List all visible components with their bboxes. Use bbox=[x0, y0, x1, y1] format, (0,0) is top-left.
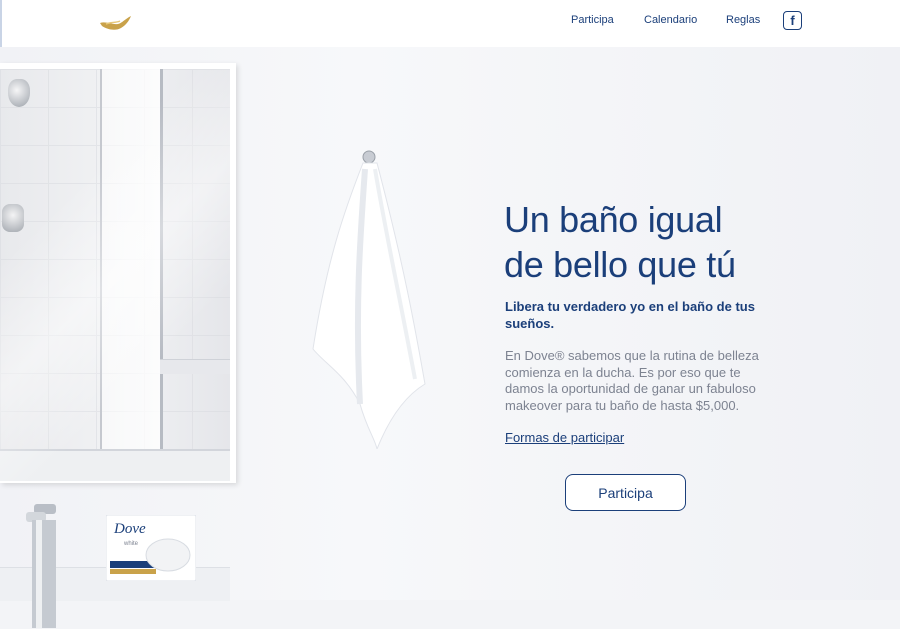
bathroom-mirror bbox=[0, 63, 236, 483]
mirror-light-glare bbox=[0, 69, 230, 481]
nav-calendario[interactable]: Calendario bbox=[644, 14, 697, 26]
participa-button[interactable]: Participa bbox=[565, 474, 686, 511]
nav-participa[interactable]: Participa bbox=[571, 14, 614, 26]
hero-headline: Un baño igual de bello que tú bbox=[504, 197, 834, 287]
formas-de-participar-link[interactable]: Formas de participar bbox=[505, 430, 624, 445]
dove-bird-icon[interactable] bbox=[98, 11, 134, 33]
hero-body-text: En Dove® sabemos que la rutina de bellez… bbox=[505, 348, 759, 413]
svg-text:white: white bbox=[123, 541, 139, 547]
hero-scene: Dove white Un baño igual de bello que tú… bbox=[0, 47, 900, 628]
dove-soap-box-image: Dove white bbox=[106, 515, 196, 581]
nav-reglas[interactable]: Reglas bbox=[726, 14, 760, 26]
headline-line-1: Un baño igual bbox=[504, 199, 723, 240]
headline-line-2: de bello que tú bbox=[504, 244, 736, 285]
svg-text:Dove: Dove bbox=[113, 521, 146, 537]
hanging-towel-image bbox=[312, 150, 426, 449]
header-bar: Participa Calendario Reglas f bbox=[0, 0, 900, 47]
mirror-reflection bbox=[0, 69, 230, 481]
facebook-icon[interactable]: f bbox=[783, 11, 802, 30]
facebook-glyph: f bbox=[790, 13, 795, 28]
faucet-image bbox=[26, 504, 56, 628]
hero-subhead: Libera tu verdadero yo en el baño de tus… bbox=[505, 299, 755, 331]
